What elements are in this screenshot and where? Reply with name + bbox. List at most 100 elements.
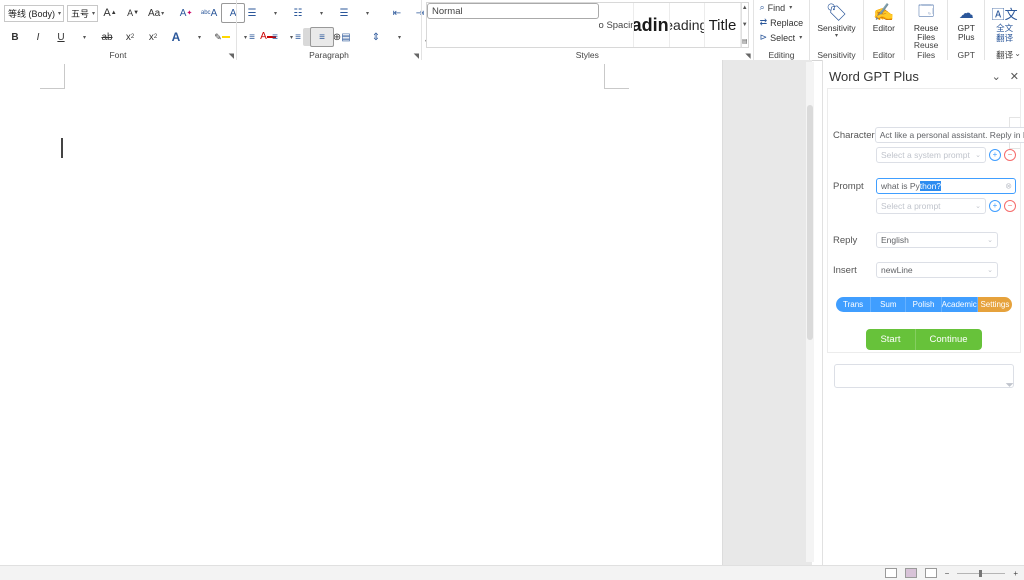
scroll-down-icon[interactable]: ▼ [742,21,748,29]
tab-sum[interactable]: Sum [871,297,906,312]
shrink-font-button[interactable]: A▼ [122,4,144,22]
underline-dropdown[interactable]: ▾ [73,28,95,46]
add-system-prompt-icon[interactable]: + [989,149,1001,161]
prompt-input[interactable]: what is Python? ⊗ [876,178,1016,194]
clear-formatting-icon[interactable]: A✦ [175,4,197,22]
reuse-files-button[interactable]: 🗔 Reuse Files [909,0,943,42]
prompt-select[interactable]: Select a prompt ⌄ [876,198,986,214]
zoom-slider-knob[interactable] [979,570,982,577]
style-heading-1[interactable]: Heading 1 [634,3,669,47]
document-area[interactable] [0,60,812,565]
translate-document-button[interactable]: 🄰文 全文 翻译 [989,0,1020,43]
justify-icon[interactable]: ≡ [310,27,334,47]
word-count[interactable] [17,569,19,578]
replace-label: Replace [770,18,803,28]
tab-trans-label: Trans [843,300,863,309]
bold-button[interactable]: B [4,28,26,46]
remove-prompt-icon[interactable]: − [1004,200,1016,212]
styles-gallery: Normal No Spacing Heading 1 Heading 2 Ti… [426,2,749,48]
change-case-button[interactable]: Aa▾ [145,4,167,22]
font-name-combo[interactable]: 等线 (Body) ▾ [4,5,64,22]
start-button[interactable]: Start [866,329,915,350]
styles-dialog-launcher[interactable]: ◥ [745,52,750,60]
minimize-icon[interactable]: ⌄ [992,70,1001,83]
insert-mode-select[interactable]: newLine ⌄ [876,262,998,278]
prompt-select-row: Select a prompt ⌄ + − [828,198,1020,214]
gpt-plus-button[interactable]: ☁ GPT Plus [952,0,980,42]
superscript-button[interactable]: x2 [142,28,164,46]
continue-button[interactable]: Continue [916,329,982,350]
text-effects-dropdown[interactable]: ▾ [188,28,210,46]
reply-language-select[interactable]: English ⌄ [876,232,998,248]
align-right-icon[interactable]: ≡ [287,28,309,46]
document-scrollbar-thumb[interactable] [807,105,813,340]
styles-gallery-scroll[interactable]: ▲ ▼ ▤ [741,3,748,47]
paragraph-group-label: Paragraph [237,50,421,60]
font-size-combo[interactable]: 五号 ▾ [67,5,98,22]
sensitivity-label-icon: 🏷 [826,2,848,24]
strikethrough-button[interactable]: ab [96,28,118,46]
output-textarea[interactable]: ◢ [834,364,1014,388]
language-indicator[interactable] [28,569,30,578]
close-icon[interactable]: ✕ [1010,70,1019,83]
gpt-cloud-icon: ☁ [959,2,974,24]
subscript-button[interactable]: x2 [119,28,141,46]
align-left-icon[interactable]: ≡ [241,28,263,46]
sensitivity-button[interactable]: 🏷 Sensitivity ▾ [814,0,858,40]
resize-handle-icon[interactable]: ◢ [1005,378,1014,387]
style-heading-2[interactable]: Heading 2 [670,3,705,47]
decrease-indent-icon[interactable]: ⇤ [386,4,408,22]
replace-button[interactable]: ⇄ Replace [758,15,806,30]
page-indicator[interactable] [6,569,8,578]
clear-icon[interactable]: ⊗ [1005,182,1012,191]
print-layout-button[interactable] [905,568,917,578]
paragraph-dialog-launcher[interactable]: ◥ [414,52,419,60]
find-button[interactable]: ⌕ Find ▾ [758,0,806,15]
character-input[interactable]: Act like a personal assistant. Reply in … [875,127,1024,143]
bullets-dropdown[interactable]: ▾ [264,4,286,22]
editor-group-label: Editor [864,50,904,60]
style-title[interactable]: Title [705,3,740,47]
system-prompt-select[interactable]: Select a system prompt ⌄ [876,147,986,163]
scroll-up-icon[interactable]: ▲ [742,4,748,12]
find-label: Find [768,3,786,13]
zoom-out-icon[interactable]: − [945,569,950,578]
styles-more-icon[interactable]: ▤ [742,38,748,46]
numbering-icon[interactable]: ☷ [287,4,309,22]
italic-button[interactable]: I [27,28,49,46]
text-highlight-color-icon[interactable]: ✎ [211,28,233,46]
remove-system-prompt-icon[interactable]: − [1004,149,1016,161]
add-prompt-icon[interactable]: + [989,200,1001,212]
multilevel-list-icon[interactable]: ☰ [333,4,355,22]
numbering-dropdown[interactable]: ▾ [310,4,332,22]
text-effects-icon[interactable]: A [165,28,187,46]
web-layout-button[interactable] [925,568,937,578]
style-normal[interactable]: Normal [427,3,599,19]
chevron-down-icon: ▾ [799,34,802,41]
zoom-slider[interactable] [957,573,1005,574]
document-page[interactable] [0,60,723,565]
tab-academic[interactable]: Academic [942,297,978,312]
tab-trans[interactable]: Trans [836,297,871,312]
line-spacing-icon[interactable]: ⇕ [365,28,387,46]
chevron-down-icon: ▾ [789,4,792,11]
font-dialog-launcher[interactable]: ◥ [229,52,234,60]
bullets-icon[interactable]: ☰ [241,4,263,22]
style-no-spacing[interactable]: No Spacing [599,3,634,47]
tab-settings[interactable]: Settings [978,297,1012,312]
line-spacing-dropdown[interactable]: ▾ [388,28,410,46]
align-center-icon[interactable]: ≡ [264,28,286,46]
underline-button[interactable]: U [50,28,72,46]
prompt-input-selection: thon? [920,181,941,191]
select-button[interactable]: ⊳ Select ▾ [758,30,806,45]
phonetic-guide-icon[interactable]: abcA [198,4,220,22]
multilevel-dropdown[interactable]: ▾ [356,4,378,22]
ribbon-collapse-icon[interactable]: ⌄ [1014,49,1021,58]
tab-polish[interactable]: Polish [906,297,941,312]
read-mode-button[interactable] [885,568,897,578]
distributed-icon[interactable]: ▤ [335,28,357,46]
zoom-in-icon[interactable]: + [1013,569,1018,578]
grow-font-button[interactable]: A▲ [99,4,121,22]
ribbon-group-editing: ⌕ Find ▾ ⇄ Replace ⊳ Select ▾ Editing [753,0,810,60]
editor-button[interactable]: ✍ Editor [868,0,900,33]
